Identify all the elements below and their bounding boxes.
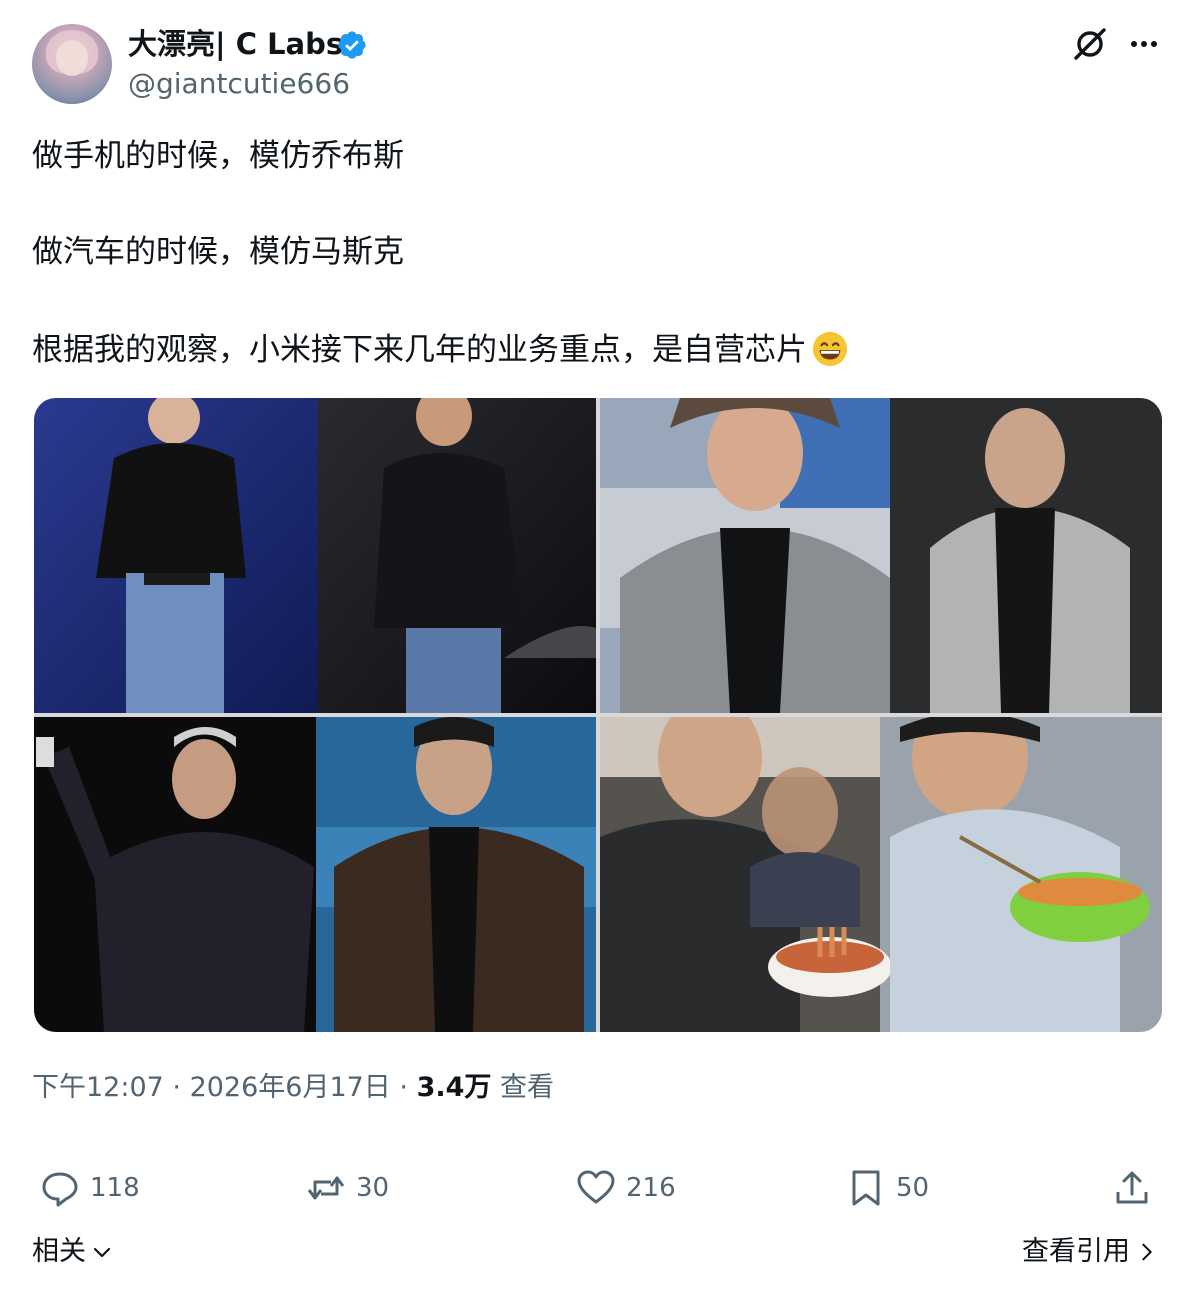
- reply-button[interactable]: 118: [40, 1166, 140, 1210]
- post-time[interactable]: 下午12:07: [32, 1072, 164, 1103]
- bookmark-icon: [852, 1170, 880, 1206]
- like-button[interactable]: 216: [576, 1166, 676, 1210]
- more-options-icon[interactable]: [1124, 24, 1164, 64]
- handle[interactable]: @giantcutie666: [128, 66, 350, 102]
- media-grid[interactable]: [34, 398, 1162, 1032]
- related-label: 相关: [32, 1236, 86, 1267]
- post-text-line-2: 做汽车的时候，模仿马斯克: [32, 234, 404, 270]
- repost-icon: [307, 1176, 345, 1200]
- photo-bottom-right[interactable]: [600, 717, 1162, 1032]
- grok-icon[interactable]: [1070, 24, 1110, 64]
- photo-top-left[interactable]: [34, 398, 596, 713]
- photo-bottom-left[interactable]: [34, 717, 596, 1032]
- reply-count: 118: [90, 1173, 140, 1203]
- bookmark-count: 50: [896, 1173, 930, 1203]
- bookmark-button[interactable]: 50: [846, 1166, 929, 1210]
- related-toggle[interactable]: 相关: [32, 1232, 114, 1272]
- photo-top-right[interactable]: [600, 398, 1162, 713]
- view-quotes-link[interactable]: 查看引用: [1022, 1232, 1158, 1272]
- repost-count: 30: [356, 1173, 390, 1203]
- post-date[interactable]: 2026年6月17日: [190, 1072, 391, 1103]
- repost-button[interactable]: 30: [306, 1166, 389, 1210]
- verified-badge-icon: [338, 31, 366, 59]
- avatar[interactable]: [32, 24, 112, 104]
- post-meta: 下午12:07 · 2026年6月17日 · 3.4万 查看: [32, 1072, 554, 1103]
- quotes-label: 查看引用: [1022, 1236, 1130, 1267]
- chevron-down-icon: [93, 1247, 111, 1258]
- like-count: 216: [626, 1173, 676, 1203]
- share-button[interactable]: [1112, 1166, 1162, 1210]
- share-icon: [1116, 1171, 1148, 1204]
- views-count: 3.4万: [416, 1072, 492, 1103]
- post-text-line-1: 做手机的时候，模仿乔布斯: [32, 138, 404, 174]
- grinning-emoji-icon: [812, 331, 848, 367]
- post-text-line-3: 根据我的观察，小米接下来几年的业务重点，是自营芯片: [32, 328, 849, 372]
- reply-icon: [42, 1172, 78, 1207]
- display-name[interactable]: 大漂亮| C Labs: [128, 24, 343, 64]
- heart-icon: [577, 1170, 615, 1204]
- views-label: 查看: [500, 1072, 554, 1103]
- chevron-right-icon: [1142, 1243, 1152, 1261]
